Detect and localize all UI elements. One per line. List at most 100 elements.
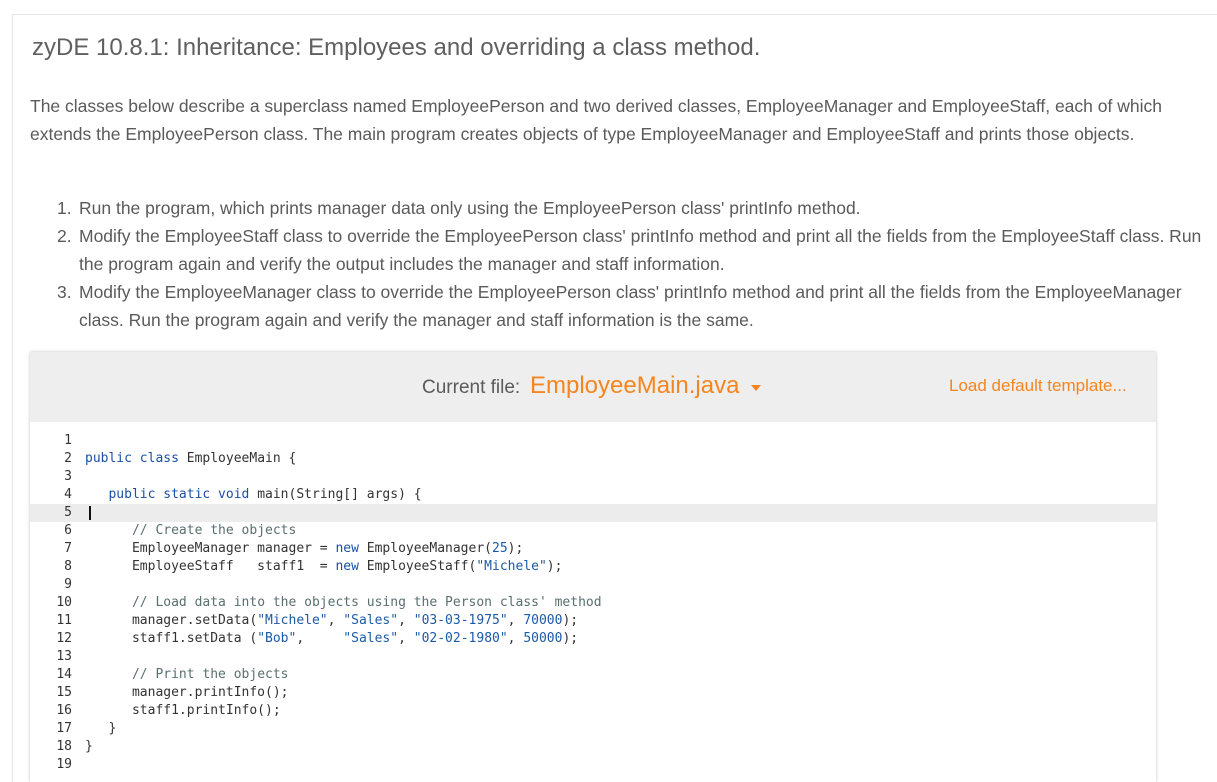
code-token: new [335, 541, 367, 556]
code-token: "Bob" [257, 631, 297, 646]
code-token: , [507, 613, 524, 628]
code-token: manager.printInfo(); [85, 685, 289, 700]
code-token: } [85, 721, 117, 736]
code-content: // Print the objects [85, 666, 289, 684]
step-item: 2. Modify the EmployeeStaff class to ove… [57, 222, 1207, 278]
code-content: manager.printInfo(); [85, 684, 289, 702]
code-line[interactable]: 9 [30, 576, 1156, 594]
code-content: } [85, 720, 116, 738]
code-content: staff1.setData ("Bob", "Sales", "02-02-1… [85, 630, 578, 648]
code-content: public class EmployeeMain { [85, 450, 296, 468]
file-selector-dropdown[interactable]: EmployeeMain.java [530, 372, 762, 400]
load-default-template-link[interactable]: Load default template... [949, 376, 1127, 396]
code-content: // Create the objects [85, 522, 296, 540]
code-token: , [327, 613, 344, 628]
code-line[interactable]: 1 [30, 432, 1156, 450]
line-number: 6 [64, 523, 72, 538]
code-line[interactable]: 11 manager.setData("Michele", "Sales", "… [30, 612, 1156, 630]
editor-toolbar: Current file: EmployeeMain.java Load def… [30, 352, 1156, 422]
code-token: EmployeeStaff staff1 = [85, 559, 336, 574]
step-text: Modify the EmployeeStaff class to overri… [79, 226, 1202, 274]
line-number: 19 [56, 757, 72, 772]
line-number: 1 [64, 433, 72, 448]
step-item: 3. Modify the EmployeeManager class to o… [57, 278, 1207, 334]
code-line[interactable]: 15 manager.printInfo(); [30, 684, 1156, 702]
code-content: staff1.printInfo(); [85, 702, 281, 720]
line-number: 17 [56, 721, 72, 736]
code-line[interactable]: 3 [30, 468, 1156, 486]
code-line[interactable]: 19 [30, 756, 1156, 774]
step-number: 3. [57, 282, 72, 302]
code-token: EmployeeMain { [186, 451, 297, 466]
code-token: public class [85, 451, 187, 466]
code-token: "Michele" [257, 613, 328, 628]
code-token: ); [507, 541, 524, 556]
code-line[interactable]: 14 // Print the objects [30, 666, 1156, 684]
page-title: zyDE 10.8.1: Inheritance: Employees and … [32, 34, 761, 61]
line-number: 4 [64, 487, 72, 502]
code-content: EmployeeStaff staff1 = new EmployeeStaff… [85, 558, 563, 576]
code-line[interactable]: 5 [30, 504, 1156, 522]
code-editor: Current file: EmployeeMain.java Load def… [30, 352, 1156, 782]
code-token: // Print the objects [131, 667, 289, 682]
code-token: , [507, 631, 524, 646]
code-token: "03-03-1975" [413, 613, 508, 628]
code-token: ); [546, 559, 563, 574]
text-cursor [89, 506, 91, 520]
code-token: staff1.setData ( [85, 631, 258, 646]
line-number: 16 [56, 703, 72, 718]
code-token: public static void [108, 487, 258, 502]
code-line[interactable]: 2 public class EmployeeMain { [30, 450, 1156, 468]
code-token: 25 [492, 541, 508, 556]
code-content: public static void main(String[] args) { [85, 486, 422, 504]
code-text-area[interactable]: 1 2 public class EmployeeMain {3 4 public s… [30, 432, 1156, 782]
chevron-down-icon [751, 385, 762, 391]
line-number: 12 [56, 631, 72, 646]
code-line[interactable]: 18} [30, 738, 1156, 756]
code-token: EmployeeManager( [366, 541, 492, 556]
code-content: } [85, 738, 93, 756]
line-number: 11 [56, 613, 72, 628]
code-line[interactable]: 13 [30, 648, 1156, 666]
line-number: 18 [56, 739, 72, 754]
code-token: } [85, 739, 93, 754]
line-number: 9 [64, 577, 72, 592]
code-line[interactable]: 17 } [30, 720, 1156, 738]
step-text: Run the program, which prints manager da… [79, 198, 861, 218]
code-content: // Load data into the objects using the … [85, 594, 602, 612]
code-token: "Sales" [343, 613, 399, 628]
code-token: EmployeeManager manager = [85, 541, 336, 556]
code-line[interactable]: 6 // Create the objects [30, 522, 1156, 540]
code-token: EmployeeStaff( [366, 559, 477, 574]
line-number: 14 [56, 667, 72, 682]
code-token: ); [562, 631, 579, 646]
code-token: manager.setData( [85, 613, 258, 628]
code-line[interactable]: 12 staff1.setData ("Bob", "Sales", "02-0… [30, 630, 1156, 648]
code-line[interactable]: 7 EmployeeManager manager = new Employee… [30, 540, 1156, 558]
current-file-label: Current file: [422, 377, 521, 398]
code-token: "Michele" [476, 559, 547, 574]
code-token: "02-02-1980" [413, 631, 508, 646]
code-line[interactable]: 10 // Load data into the objects using t… [30, 594, 1156, 612]
code-content: manager.setData("Michele", "Sales", "03-… [85, 612, 578, 630]
line-number: 3 [64, 469, 72, 484]
line-number: 8 [64, 559, 72, 574]
code-line[interactable]: 16 staff1.printInfo(); [30, 702, 1156, 720]
step-item: 1. Run the program, which prints manager… [57, 194, 1207, 222]
step-number: 1. [57, 198, 72, 218]
code-line[interactable]: 8 EmployeeStaff staff1 = new EmployeeSta… [30, 558, 1156, 576]
code-token: new [335, 559, 367, 574]
code-line[interactable]: 4 public static void main(String[] args)… [30, 486, 1156, 504]
line-number: 7 [64, 541, 72, 556]
code-token: // Create the objects [131, 523, 297, 538]
line-number: 2 [64, 451, 72, 466]
current-file-name: EmployeeMain.java [530, 372, 740, 399]
code-token: "Sales" [343, 631, 399, 646]
code-token: main(String[] args) { [257, 487, 422, 502]
code-token: // Load data into the objects using the … [131, 595, 602, 610]
step-number: 2. [57, 226, 72, 246]
step-text: Modify the EmployeeManager class to over… [79, 282, 1182, 330]
